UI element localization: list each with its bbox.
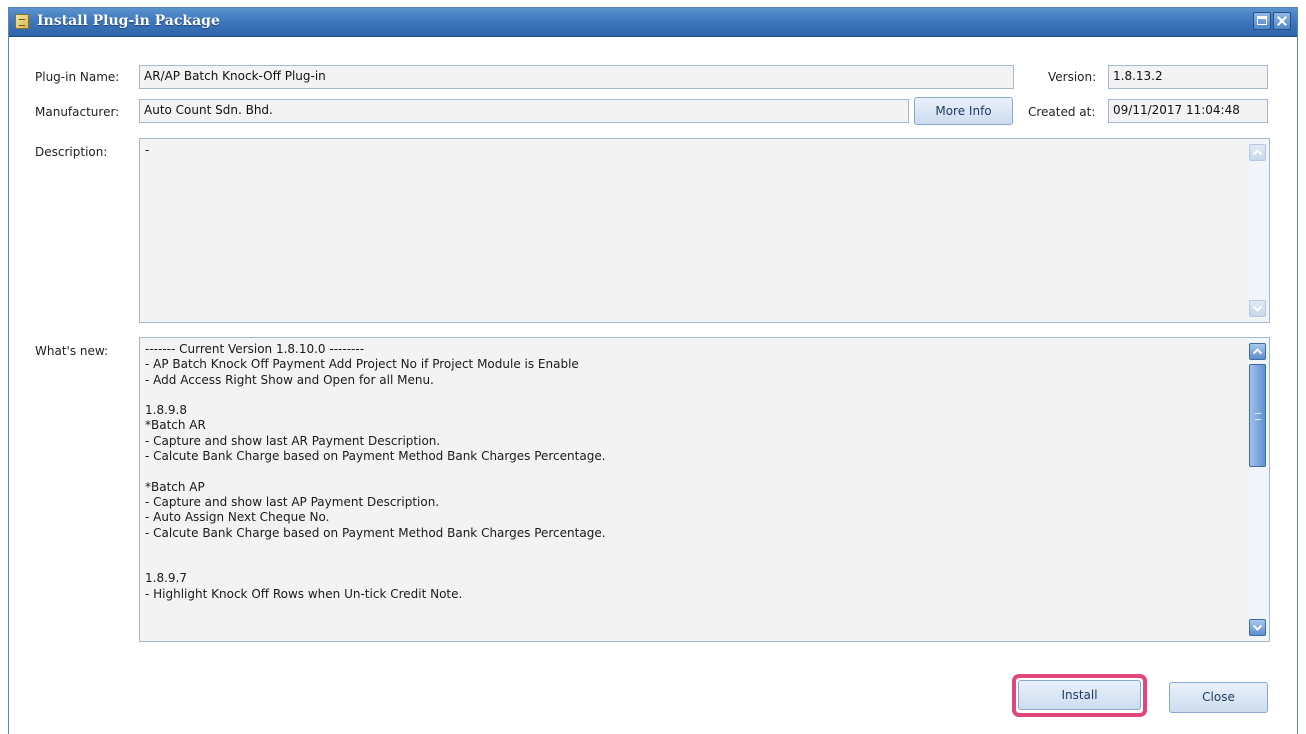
scroll-down-icon[interactable]	[1249, 300, 1266, 317]
version-field[interactable]: 1.8.13.2	[1108, 65, 1268, 89]
created-at-field[interactable]: 09/11/2017 11:04:48	[1108, 99, 1268, 123]
plugin-name-label: Plug-in Name:	[35, 70, 120, 84]
whats-new-label: What's new:	[35, 344, 109, 358]
window-title: Install Plug-in Package	[37, 13, 220, 29]
scroll-down-icon[interactable]	[1249, 619, 1266, 636]
created-at-label: Created at:	[1028, 105, 1096, 119]
whats-new-text: ------- Current Version 1.8.10.0 -------…	[145, 342, 606, 601]
maximize-icon[interactable]	[1253, 12, 1271, 30]
manufacturer-field[interactable]: Auto Count Sdn. Bhd.	[139, 99, 909, 123]
install-button[interactable]: Install	[1018, 680, 1141, 710]
description-memo[interactable]: -	[139, 138, 1270, 323]
close-icon[interactable]	[1273, 12, 1291, 30]
description-text: -	[145, 143, 150, 157]
scroll-up-icon[interactable]	[1249, 343, 1266, 360]
title-bar[interactable]: Install Plug-in Package	[9, 8, 1297, 37]
manufacturer-label: Manufacturer:	[35, 105, 120, 119]
description-label: Description:	[35, 145, 108, 159]
close-button[interactable]: Close	[1169, 682, 1268, 713]
whats-new-memo[interactable]: ------- Current Version 1.8.10.0 -------…	[139, 337, 1270, 642]
package-icon	[15, 14, 29, 29]
version-label: Version:	[1048, 70, 1097, 84]
scroll-up-icon[interactable]	[1249, 144, 1266, 161]
more-info-button[interactable]: More Info	[914, 97, 1013, 125]
description-scrollbar[interactable]	[1246, 140, 1268, 321]
whats-new-scrollbar[interactable]	[1246, 339, 1268, 640]
plugin-name-field[interactable]: AR/AP Batch Knock-Off Plug-in	[139, 65, 1014, 89]
scrollbar-thumb[interactable]	[1249, 364, 1266, 467]
